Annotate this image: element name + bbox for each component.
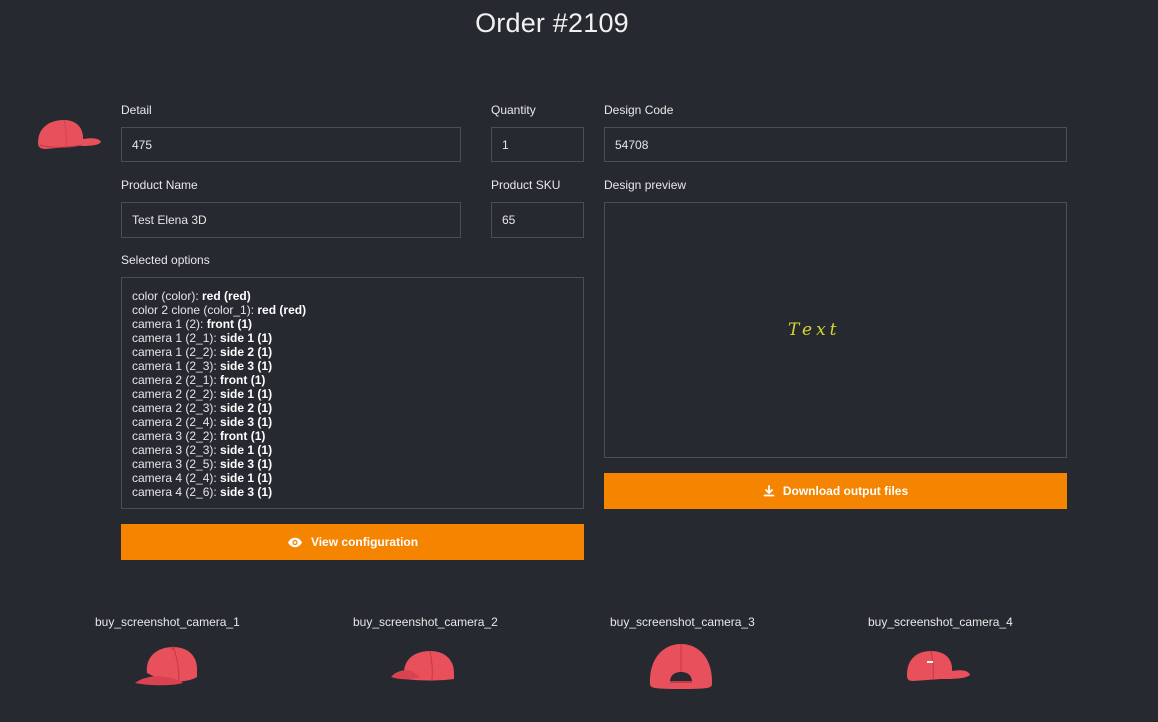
screenshot-label-camera-4: buy_screenshot_camera_4	[868, 615, 1013, 629]
order-page: Order #2109 Detail 475 Quantity 1 Design…	[0, 0, 1158, 722]
cap-front-angle-image[interactable]	[133, 645, 199, 687]
cap-back-image[interactable]	[648, 642, 714, 690]
product-name-label: Product Name	[121, 178, 198, 192]
screenshot-label-camera-3: buy_screenshot_camera_3	[610, 615, 755, 629]
option-row: camera 2 (2_2): side 1 (1)	[132, 387, 273, 401]
option-row: camera 2 (2_4): side 3 (1)	[132, 415, 273, 429]
screenshot-label-camera-2: buy_screenshot_camera_2	[353, 615, 498, 629]
screenshot-label-camera-1: buy_screenshot_camera_1	[95, 615, 240, 629]
product-name-field[interactable]: Test Elena 3D	[121, 202, 461, 238]
design-preview-canvas: Text	[604, 202, 1067, 458]
download-icon	[763, 485, 775, 497]
option-row: camera 2 (2_3): side 2 (1)	[132, 401, 273, 415]
eye-icon	[287, 537, 302, 547]
cap-side-image[interactable]	[390, 649, 456, 683]
option-row: camera 2 (2_1): front (1)	[132, 373, 266, 387]
option-row: camera 4 (2_6): side 3 (1)	[132, 485, 273, 499]
quantity-label: Quantity	[491, 103, 536, 117]
option-row: camera 1 (2_2): side 2 (1)	[132, 345, 273, 359]
cap-side-right-image[interactable]	[905, 649, 971, 683]
option-row: color (color): red (red)	[132, 289, 251, 303]
design-code-label: Design Code	[604, 103, 674, 117]
option-row: camera 1 (2_3): side 3 (1)	[132, 359, 273, 373]
cap-icon	[38, 119, 101, 149]
detail-field[interactable]: 475	[121, 127, 461, 162]
download-output-files-label: Download output files	[782, 484, 909, 498]
option-row: camera 4 (2_4): side 1 (1)	[132, 471, 273, 485]
detail-label: Detail	[121, 103, 152, 117]
product-sku-field[interactable]: 65	[491, 202, 584, 238]
design-code-field[interactable]: 54708	[604, 127, 1067, 162]
selected-options-label: Selected options	[121, 253, 210, 267]
product-sku-label: Product SKU	[491, 178, 561, 192]
download-output-files-button[interactable]: Download output files	[604, 473, 1067, 509]
option-row: camera 1 (2_1): side 1 (1)	[132, 331, 273, 345]
option-row: color 2 clone (color_1): red (red)	[132, 303, 307, 317]
option-row: camera 3 (2_5): side 3 (1)	[132, 457, 273, 471]
option-row: camera 1 (2): front (1)	[132, 317, 253, 331]
quantity-field[interactable]: 1	[491, 127, 584, 162]
design-preview-text: Text	[788, 320, 841, 340]
option-row: camera 3 (2_3): side 1 (1)	[132, 443, 273, 457]
view-configuration-label: View configuration	[310, 535, 419, 549]
design-preview-label: Design preview	[604, 178, 687, 192]
option-row: camera 3 (2_2): front (1)	[132, 429, 266, 443]
page-title: Order #2109	[475, 8, 629, 38]
view-configuration-button[interactable]: View configuration	[121, 524, 584, 560]
selected-options-box: color (color): red (red) color 2 clone (…	[121, 277, 584, 509]
